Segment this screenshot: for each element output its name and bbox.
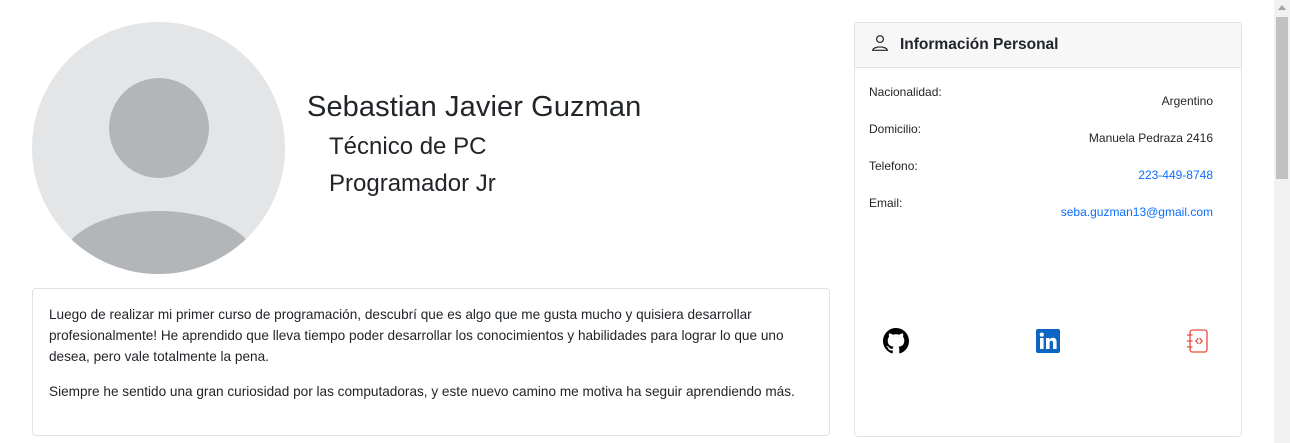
- about-paragraph: Siempre he sentido una gran curiosidad p…: [49, 384, 795, 399]
- vertical-scrollbar[interactable]: [1274, 0, 1290, 443]
- profile-role-dev: Programador Jr: [329, 170, 496, 197]
- personal-info-header: Información Personal: [855, 23, 1241, 68]
- phone-link[interactable]: 223-449-8748: [1138, 168, 1213, 182]
- person-icon: [872, 35, 888, 51]
- profile-role-tech: Técnico de PC: [329, 133, 487, 160]
- info-label: Telefono:: [869, 159, 918, 173]
- linkedin-icon[interactable]: [1035, 328, 1061, 354]
- profile-page: Sebastian Javier Guzman Técnico de PC Pr…: [0, 0, 1290, 443]
- scrollbar-thumb[interactable]: [1276, 17, 1288, 179]
- info-label: Email:: [869, 196, 903, 210]
- avatar: [32, 22, 285, 274]
- profile-name: Sebastian Javier Guzman: [307, 91, 642, 123]
- info-label: Nacionalidad:: [869, 85, 942, 99]
- info-row-email: Email: seba.guzman13@gmail.com: [869, 196, 1213, 226]
- code-file-icon[interactable]: [1185, 328, 1211, 354]
- about-paragraph: Luego de realizar mi primer curso de pro…: [49, 307, 784, 364]
- avatar-placeholder-icon: [64, 78, 254, 274]
- scroll-up-arrow-icon[interactable]: [1278, 5, 1286, 10]
- about-card: Luego de realizar mi primer curso de pro…: [32, 288, 830, 436]
- personal-info-title: Información Personal: [900, 36, 1059, 53]
- email-link[interactable]: seba.guzman13@gmail.com: [1061, 205, 1213, 219]
- info-row-address: Domicilio: Manuela Pedraza 2416: [869, 122, 1213, 152]
- personal-info-card: Información Personal Nacionalidad: Argen…: [854, 22, 1242, 437]
- github-icon[interactable]: [883, 328, 909, 354]
- info-label: Domicilio:: [869, 122, 922, 136]
- info-row-phone: Telefono: 223-449-8748: [869, 159, 1213, 189]
- info-value: Manuela Pedraza 2416: [1088, 131, 1213, 145]
- info-row-nationality: Nacionalidad: Argentino: [869, 85, 1213, 115]
- info-value: Argentino: [1161, 94, 1213, 108]
